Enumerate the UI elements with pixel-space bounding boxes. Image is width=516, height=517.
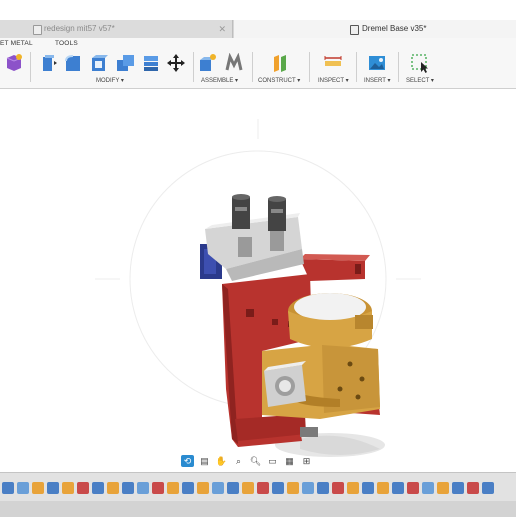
timeline-item[interactable] bbox=[377, 482, 389, 494]
separator bbox=[309, 52, 310, 82]
select-menu[interactable]: SELECT ▾ bbox=[406, 77, 434, 84]
timeline-item[interactable] bbox=[362, 482, 374, 494]
timeline-item[interactable] bbox=[392, 482, 404, 494]
offset-face-icon[interactable] bbox=[141, 53, 161, 73]
tools-tab[interactable]: TOOLS bbox=[55, 40, 78, 47]
close-icon[interactable]: ✕ bbox=[218, 20, 226, 38]
modify-menu[interactable]: MODIFY ▾ bbox=[96, 77, 124, 84]
timeline-item[interactable] bbox=[197, 482, 209, 494]
timeline-item[interactable] bbox=[272, 482, 284, 494]
separator bbox=[398, 52, 399, 82]
pan-icon[interactable]: ▤ bbox=[198, 455, 211, 467]
timeline-item[interactable] bbox=[77, 482, 89, 494]
timeline-item[interactable] bbox=[167, 482, 179, 494]
separator bbox=[193, 52, 194, 82]
construct-menu[interactable]: CONSTRUCT ▾ bbox=[258, 77, 300, 84]
tab-redesign[interactable]: redesign mit57 v57* ✕ bbox=[0, 20, 233, 38]
separator bbox=[30, 52, 31, 82]
model-scene bbox=[95, 119, 421, 457]
timeline-item[interactable] bbox=[152, 482, 164, 494]
select-icon[interactable] bbox=[410, 53, 430, 73]
timeline-item[interactable] bbox=[257, 482, 269, 494]
new-component-icon[interactable] bbox=[198, 53, 218, 73]
timeline-item[interactable] bbox=[287, 482, 299, 494]
timeline-strip bbox=[0, 479, 516, 497]
offset-plane-icon[interactable] bbox=[270, 53, 290, 73]
timeline-item[interactable] bbox=[302, 482, 314, 494]
navigation-bar: ⟲ ▤ ✋ ⌕ 🔍︎ ▭ ▦ ⊞ bbox=[181, 453, 313, 469]
tab-label: redesign mit57 v57* bbox=[44, 24, 115, 33]
canvas-viewport[interactable] bbox=[0, 89, 516, 471]
zoom-window-icon[interactable]: ⌕ bbox=[232, 455, 245, 467]
file-icon bbox=[350, 25, 359, 35]
timeline-item[interactable] bbox=[17, 482, 29, 494]
timeline-item[interactable] bbox=[347, 482, 359, 494]
joint-icon[interactable] bbox=[224, 52, 244, 73]
sheet-metal-tab[interactable]: ET METAL bbox=[0, 40, 33, 47]
separator bbox=[252, 52, 253, 82]
taskbar-strip bbox=[0, 501, 516, 517]
timeline-item[interactable] bbox=[422, 482, 434, 494]
timeline-item[interactable] bbox=[437, 482, 449, 494]
timeline-item[interactable] bbox=[182, 482, 194, 494]
tab-label: Dremel Base v35* bbox=[362, 24, 427, 33]
timeline-item[interactable] bbox=[452, 482, 464, 494]
hand-icon[interactable]: ✋ bbox=[215, 455, 228, 467]
timeline-bar bbox=[0, 472, 516, 517]
ribbon-toolbar: ET METAL TOOLS MODIFY ▾ ASSEMBLE ▾ CONST… bbox=[0, 38, 516, 89]
timeline-item[interactable] bbox=[107, 482, 119, 494]
shell-icon[interactable] bbox=[89, 53, 109, 73]
timeline-item[interactable] bbox=[242, 482, 254, 494]
assemble-menu[interactable]: ASSEMBLE ▾ bbox=[201, 77, 238, 84]
timeline-item[interactable] bbox=[137, 482, 149, 494]
combine-icon[interactable] bbox=[115, 53, 135, 73]
fillet-icon[interactable] bbox=[63, 53, 83, 73]
timeline-item[interactable] bbox=[407, 482, 419, 494]
timeline-item[interactable] bbox=[482, 482, 494, 494]
timeline-item[interactable] bbox=[47, 482, 59, 494]
grid-icon[interactable]: ▦ bbox=[283, 455, 296, 467]
orbit-icon[interactable]: ⟲ bbox=[181, 455, 194, 467]
move-icon[interactable] bbox=[166, 53, 186, 73]
timeline-item[interactable] bbox=[122, 482, 134, 494]
timeline-item[interactable] bbox=[32, 482, 44, 494]
timeline-item[interactable] bbox=[62, 482, 74, 494]
timeline-item[interactable] bbox=[467, 482, 479, 494]
display-settings-icon[interactable]: ▭ bbox=[266, 455, 279, 467]
tab-dremel-base[interactable]: Dremel Base v35* bbox=[234, 20, 516, 38]
timeline-item[interactable] bbox=[92, 482, 104, 494]
separator bbox=[356, 52, 357, 82]
inspect-menu[interactable]: INSPECT ▾ bbox=[318, 77, 349, 84]
file-icon bbox=[33, 25, 42, 35]
timeline-item[interactable] bbox=[332, 482, 344, 494]
timeline-item[interactable] bbox=[227, 482, 239, 494]
bearing-block-part bbox=[264, 361, 306, 407]
insert-menu[interactable]: INSERT ▾ bbox=[364, 77, 390, 84]
zoom-icon[interactable]: 🔍︎ bbox=[249, 455, 262, 467]
create-form-icon[interactable] bbox=[4, 53, 24, 73]
insert-image-icon[interactable] bbox=[367, 53, 387, 73]
press-pull-icon[interactable] bbox=[38, 53, 58, 73]
measure-icon[interactable] bbox=[323, 53, 343, 73]
document-tab-bar: redesign mit57 v57* ✕ Dremel Base v35* bbox=[0, 20, 516, 39]
viewports-icon[interactable]: ⊞ bbox=[300, 455, 313, 467]
timeline-item[interactable] bbox=[212, 482, 224, 494]
nozzle-part bbox=[300, 427, 318, 437]
timeline-item[interactable] bbox=[2, 482, 14, 494]
timeline-item[interactable] bbox=[317, 482, 329, 494]
